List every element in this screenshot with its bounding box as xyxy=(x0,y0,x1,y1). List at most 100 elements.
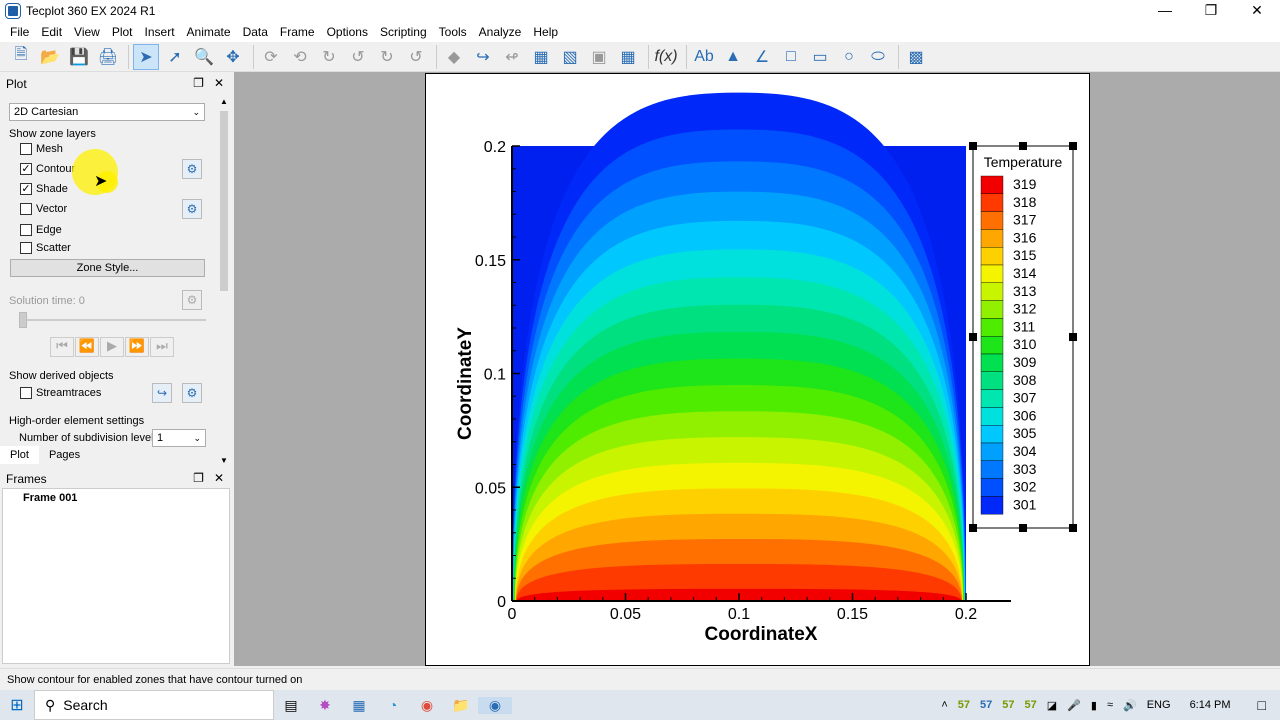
contour-add-icon[interactable]: ▦ xyxy=(528,44,554,70)
image-icon[interactable]: ▲ xyxy=(720,44,746,70)
selector-icon[interactable]: ➤ xyxy=(133,43,159,70)
taskbar-search[interactable]: ⚲ Search xyxy=(34,690,274,720)
streamtrace-icon[interactable]: ↪ xyxy=(470,44,496,70)
rectangle-icon[interactable]: ▭ xyxy=(807,44,833,70)
legend-resize-handle[interactable] xyxy=(1069,524,1077,532)
volume-icon[interactable]: 🔊 xyxy=(1123,699,1137,712)
first-frame-icon[interactable]: ⏮ xyxy=(50,337,74,357)
shade-checkbox[interactable]: ✓ xyxy=(20,183,32,195)
float-panel-icon[interactable]: ❐ xyxy=(193,471,204,485)
contour-plot[interactable]: 00 0.05 0.05 0.1 0.1 0.15 0.15 0.2 0.2 Coordinate… xyxy=(426,74,1091,667)
solution-time-slider[interactable] xyxy=(22,319,206,321)
menu-view[interactable]: View xyxy=(68,25,106,39)
menu-data[interactable]: Data xyxy=(237,25,274,39)
vector-checkbox[interactable] xyxy=(20,203,32,215)
streamtrace-place-icon[interactable]: ↪ xyxy=(152,383,172,403)
plot-type-dropdown[interactable]: 2D Cartesian ⌄ xyxy=(9,103,205,121)
save-icon[interactable]: 💾 xyxy=(66,44,92,70)
translate-icon[interactable]: ✥ xyxy=(220,44,246,70)
menu-help[interactable]: Help xyxy=(527,25,564,39)
meet-now-icon[interactable]: ◪ xyxy=(1047,699,1057,712)
step-forward-icon[interactable]: ⏩ xyxy=(125,337,149,357)
restore-button[interactable]: ❐ xyxy=(1188,0,1234,22)
text-icon[interactable]: Ab xyxy=(691,44,717,70)
legend-resize-handle[interactable] xyxy=(1019,524,1027,532)
rotate-icon[interactable]: ⟳ xyxy=(258,44,284,70)
battery-icon[interactable]: ▮ xyxy=(1091,699,1097,712)
tab-pages[interactable]: Pages xyxy=(39,446,90,464)
play-icon[interactable]: ▶ xyxy=(100,337,124,357)
legend-resize-handle[interactable] xyxy=(1069,142,1077,150)
close-button[interactable]: ✕ xyxy=(1234,0,1280,22)
menu-analyze[interactable]: Analyze xyxy=(473,25,528,39)
edge-browser-icon[interactable]: ◔ xyxy=(376,697,410,713)
roller-ball-icon[interactable]: ↻ xyxy=(316,44,342,70)
microphone-icon[interactable]: 🎤 xyxy=(1067,699,1081,712)
menu-plot[interactable]: Plot xyxy=(106,25,139,39)
streamtrace-rake-icon[interactable]: ↫ xyxy=(499,44,525,70)
windows-start-icon[interactable]: ⊞ xyxy=(0,695,34,715)
task-view-icon[interactable]: ▤ xyxy=(274,697,308,714)
language-indicator[interactable]: ENG xyxy=(1147,699,1171,711)
contour-details-icon[interactable]: ⚙ xyxy=(182,159,202,179)
menu-edit[interactable]: Edit xyxy=(35,25,68,39)
menu-frame[interactable]: Frame xyxy=(274,25,321,39)
adjustor-icon[interactable]: ➚ xyxy=(162,44,188,70)
minimize-button[interactable]: — xyxy=(1142,0,1188,22)
polyline-icon[interactable]: ∠ xyxy=(749,44,775,70)
scatter-checkbox[interactable] xyxy=(20,242,32,254)
notification-icon[interactable]: □ xyxy=(1258,697,1266,713)
menu-animate[interactable]: Animate xyxy=(181,25,237,39)
solution-time-settings-icon[interactable]: ⚙ xyxy=(182,290,202,310)
last-frame-icon[interactable]: ⏭ xyxy=(150,337,174,357)
edge-checkbox[interactable] xyxy=(20,224,32,236)
new-file-icon[interactable]: 🗎 xyxy=(8,44,34,70)
legend-resize-handle[interactable] xyxy=(1019,142,1027,150)
scroll-thumb[interactable] xyxy=(220,111,228,291)
function-icon[interactable]: f(x) xyxy=(653,44,679,70)
menu-insert[interactable]: Insert xyxy=(139,25,181,39)
menu-options[interactable]: Options xyxy=(321,25,374,39)
tecplot-taskbar-icon[interactable]: ◉ xyxy=(478,696,512,714)
square-icon[interactable]: □ xyxy=(778,44,804,70)
menu-tools[interactable]: Tools xyxy=(433,25,473,39)
menu-scripting[interactable]: Scripting xyxy=(374,25,433,39)
subdivision-dropdown[interactable]: 1 ⌄ xyxy=(152,429,206,447)
vector-details-icon[interactable]: ⚙ xyxy=(182,199,202,219)
tray-overflow-icon[interactable]: ˄ xyxy=(941,699,947,711)
frame-icon[interactable]: ▩ xyxy=(903,44,929,70)
frame-list-item[interactable]: Frame 001 xyxy=(3,489,229,507)
menu-file[interactable]: File xyxy=(4,25,35,39)
ellipse-icon[interactable]: ⬭ xyxy=(865,44,891,70)
slider-thumb[interactable] xyxy=(19,312,27,328)
rotate-x-icon[interactable]: ↺ xyxy=(345,44,371,70)
tab-plot[interactable]: Plot xyxy=(0,446,39,464)
chrome-icon[interactable]: ◉ xyxy=(410,697,444,714)
mesh-checkbox[interactable] xyxy=(20,143,32,155)
rotate-z-icon[interactable]: ↺ xyxy=(403,44,429,70)
circle-icon[interactable]: ○ xyxy=(836,44,862,70)
scroll-up-icon[interactable]: ▲ xyxy=(218,97,230,106)
zoom-icon[interactable]: 🔍 xyxy=(191,44,217,70)
close-panel-icon[interactable]: ✕ xyxy=(214,471,224,485)
probe-icon[interactable]: ◆ xyxy=(441,44,467,70)
store-icon[interactable]: ▦ xyxy=(342,697,376,714)
contour-remove-icon[interactable]: ▧ xyxy=(557,44,583,70)
spherical-rotate-icon[interactable]: ⟲ xyxy=(287,44,313,70)
open-file-icon[interactable]: 📂 xyxy=(37,44,63,70)
contour-checkbox[interactable]: ✓ xyxy=(20,163,32,175)
streamtraces-checkbox[interactable] xyxy=(20,387,32,399)
slice-icon[interactable]: ▣ xyxy=(586,44,612,70)
step-back-icon[interactable]: ⏪ xyxy=(75,337,99,357)
legend-resize-handle[interactable] xyxy=(1069,333,1077,341)
legend-resize-handle[interactable] xyxy=(969,524,977,532)
rotate-y-icon[interactable]: ↻ xyxy=(374,44,400,70)
clock[interactable]: 6:14 PM xyxy=(1190,699,1231,711)
plot-page[interactable]: 0 0 0.05 0.05 0.1 0.1 0.15 0.15 0.2 0.2 Coordinate… xyxy=(425,73,1090,666)
legend-resize-handle[interactable] xyxy=(969,142,977,150)
plot-panel-scrollbar[interactable]: ▲ ▼ xyxy=(218,97,230,465)
wifi-icon[interactable]: ≈ xyxy=(1107,699,1113,711)
float-panel-icon[interactable]: ❐ xyxy=(193,76,204,90)
streamtrace-details-icon[interactable]: ⚙ xyxy=(182,383,202,403)
copilot-icon[interactable]: ✸ xyxy=(308,697,342,714)
